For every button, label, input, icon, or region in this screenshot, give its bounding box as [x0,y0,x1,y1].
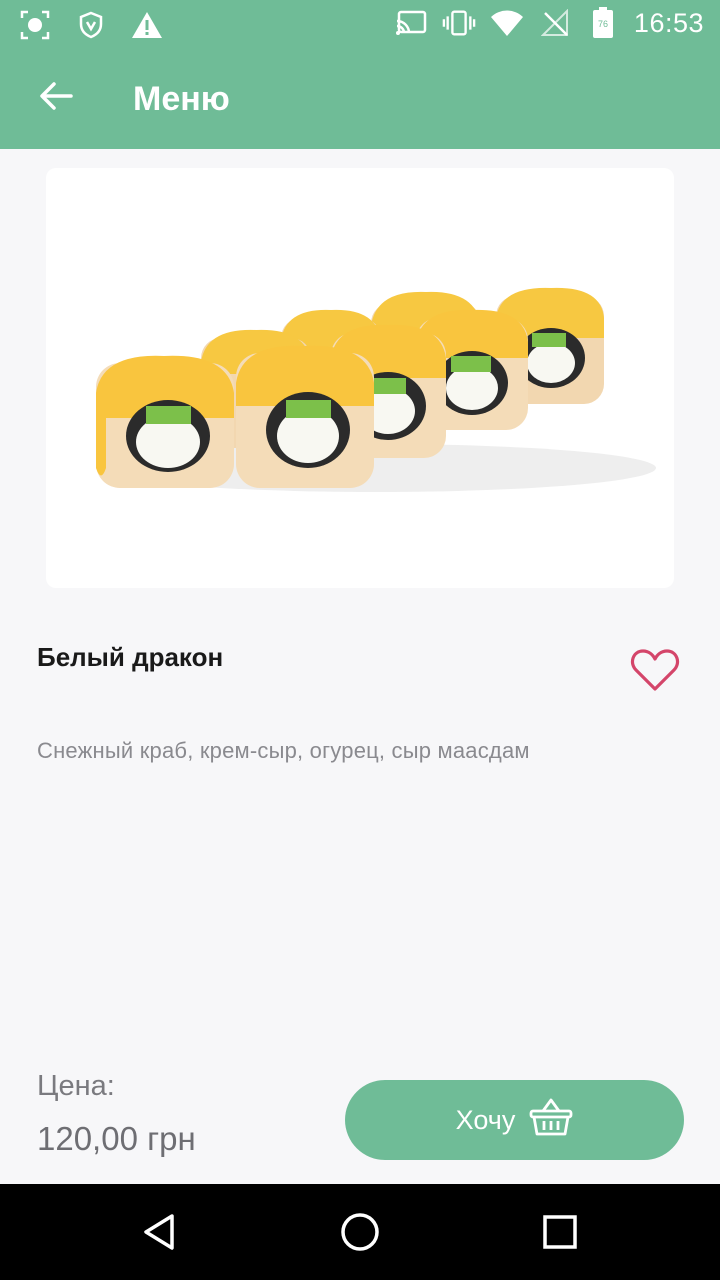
nav-recents-button[interactable] [532,1206,588,1262]
page-title: Меню [133,80,230,118]
screenshot-icon [18,8,52,42]
vpn-shield-icon [74,8,108,42]
app-bar: Меню [0,50,720,149]
warning-icon [130,8,164,42]
circle-home-icon [339,1211,381,1258]
want-button[interactable]: Хочу [345,1080,684,1160]
product-description: Снежный краб, крем-сыр, огурец, сыр маас… [37,738,530,763]
product-image [46,168,674,588]
vibrate-icon [442,6,476,40]
nav-back-button[interactable] [132,1206,188,1262]
battery-icon: 76 [586,6,620,40]
basket-icon [529,1097,573,1144]
no-signal-icon [538,6,572,40]
heart-outline-icon [630,648,680,697]
back-button[interactable] [28,70,84,126]
price-value: 120,00 грн [37,1120,196,1157]
product-name: Белый дракон [37,642,224,672]
status-time: 16:53 [633,7,704,38]
want-button-label: Хочу [455,1104,516,1135]
system-navigation-bar [0,1184,720,1280]
svg-text:76: 76 [598,19,608,29]
wifi-icon [490,6,524,40]
favorite-button[interactable] [627,646,683,698]
nav-home-button[interactable] [332,1206,388,1262]
status-bar: 76 16:53 [0,0,720,50]
cast-icon [394,6,428,40]
square-recents-icon [541,1213,579,1256]
price-label: Цена: [37,1070,115,1102]
triangle-back-icon [140,1212,180,1257]
sushi-rolls-image [96,287,656,492]
arrow-left-icon [39,81,73,116]
